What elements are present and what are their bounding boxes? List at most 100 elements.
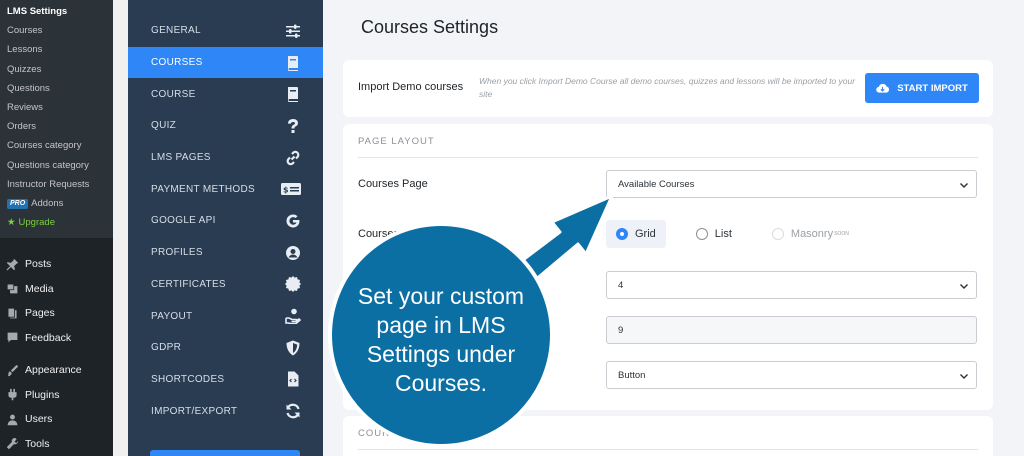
import-label: Import Demo courses	[358, 81, 464, 93]
submenu-upgrade[interactable]: ★ Upgrade	[0, 213, 113, 232]
nav-gdpr[interactable]: GDPR	[128, 332, 323, 364]
menu-label: Media	[25, 282, 54, 295]
nav-label: CERTIFICATES	[151, 278, 226, 290]
nav-profiles[interactable]: PROFILES	[128, 237, 323, 269]
nav-courses[interactable]: COURSES	[128, 46, 323, 79]
soon-badge: SOON	[834, 231, 849, 237]
menu-appearance[interactable]: Appearance	[0, 358, 113, 383]
pages-icon	[8, 308, 17, 319]
submenu-questions[interactable]: Questions	[0, 79, 113, 98]
lms-submenu: LMS Settings Courses Lessons Quizzes Que…	[0, 0, 113, 238]
nav-payment-methods[interactable]: PAYMENT METHODS $	[128, 173, 323, 205]
wp-main-menu: Posts Media Pages Feedback Appearance Pl…	[0, 238, 113, 456]
submenu-courses[interactable]: Courses	[0, 21, 113, 40]
radio-dot	[616, 228, 628, 240]
google-icon	[286, 214, 300, 228]
menu-posts[interactable]: Posts	[0, 252, 113, 277]
nav-label: PAYOUT	[151, 310, 193, 322]
chevron-down-icon	[960, 183, 968, 188]
per-page-input[interactable]: 9	[606, 316, 977, 344]
section-title: PAGE LAYOUT	[358, 136, 435, 147]
star-icon: ★	[7, 217, 16, 229]
page-title: Courses Settings	[361, 17, 499, 37]
submenu-orders[interactable]: Orders	[0, 117, 113, 136]
nav-label: SHORTCODES	[151, 373, 225, 385]
credit-card-icon: $	[281, 183, 301, 196]
user-icon	[7, 414, 18, 425]
menu-plugins[interactable]: Plugins	[0, 383, 113, 408]
submenu-reviews[interactable]: Reviews	[0, 98, 113, 117]
menu-media[interactable]: Media	[0, 277, 113, 302]
nav-lms-pages[interactable]: LMS PAGES	[128, 142, 323, 174]
upgrade-label: Upgrade	[18, 217, 55, 229]
code-file-icon	[288, 371, 299, 387]
save-settings-button[interactable]	[150, 450, 300, 456]
nav-shortcodes[interactable]: SHORTCODES	[128, 364, 323, 396]
wrench-icon	[6, 438, 19, 450]
nav-label: LMS PAGES	[151, 152, 211, 164]
pro-badge: PRO	[7, 198, 29, 209]
submenu-instructor-requests[interactable]: Instructor Requests	[0, 175, 113, 194]
menu-tools[interactable]: Tools	[0, 432, 113, 456]
courses-page-select[interactable]: Available Courses	[606, 170, 977, 198]
nav-google-api[interactable]: GOOGLE API	[128, 205, 323, 237]
nav-course[interactable]: COURSE	[128, 78, 323, 110]
submenu-addons[interactable]: PRO Addons	[0, 194, 113, 213]
submenu-quizzes[interactable]: Quizzes	[0, 60, 113, 79]
radio-masonry: Masonry SOON	[762, 220, 859, 248]
import-demo-card: Import Demo courses When you click Impor…	[343, 60, 993, 117]
nav-import-export[interactable]: IMPORT/EXPORT	[128, 395, 323, 427]
nav-quiz[interactable]: QUIZ	[128, 110, 323, 142]
section-divider	[358, 449, 978, 450]
menu-label: Plugins	[25, 388, 60, 401]
submenu-questions-category[interactable]: Questions category	[0, 156, 113, 175]
settings-sidebar: GENERAL COURSES COURSE QUIZ LMS PAGES PA…	[128, 0, 323, 456]
load-more-select[interactable]: Button	[606, 361, 977, 389]
media-icon	[7, 284, 18, 294]
nav-payout[interactable]: PAYOUT	[128, 300, 323, 332]
chevron-down-icon	[960, 374, 968, 379]
menu-label: Posts	[25, 258, 52, 270]
radio-dot	[695, 228, 708, 240]
submenu-lessons[interactable]: Lessons	[0, 40, 113, 59]
shield-icon	[286, 340, 300, 356]
pin-icon	[6, 258, 19, 270]
feedback-icon	[7, 332, 18, 343]
radio-grid[interactable]: Grid	[606, 220, 666, 248]
menu-feedback[interactable]: Feedback	[0, 326, 113, 351]
menu-label: Users	[25, 413, 53, 425]
nav-label: PAYMENT METHODS	[151, 183, 255, 195]
nav-general[interactable]: GENERAL	[128, 15, 323, 47]
menu-label: Pages	[25, 307, 55, 319]
svg-text:$: $	[283, 186, 289, 195]
cloud-download-icon	[876, 83, 890, 93]
submenu-lms-settings[interactable]: LMS Settings	[0, 2, 113, 21]
nav-label: GDPR	[151, 342, 182, 354]
nav-label: PROFILES	[151, 247, 203, 259]
menu-label: Appearance	[25, 364, 82, 376]
wp-admin-menu: LMS Settings Courses Lessons Quizzes Que…	[0, 0, 113, 456]
nav-label: IMPORT/EXPORT	[151, 405, 238, 417]
profile-icon	[286, 245, 300, 260]
radio-label: Grid	[635, 228, 656, 240]
menu-pages[interactable]: Pages	[0, 301, 113, 326]
book-icon	[288, 55, 298, 71]
layout-radio-group: Grid List Masonry SOON	[606, 220, 879, 248]
nav-certificates[interactable]: CERTIFICATES	[128, 269, 323, 301]
menu-label: Feedback	[25, 331, 72, 344]
nav-label: COURSE	[151, 88, 196, 100]
radio-dot	[771, 228, 784, 240]
section-title: COURSE	[358, 428, 405, 439]
courses-page-label: Courses Page	[358, 178, 428, 190]
addons-label: Addons	[31, 197, 64, 209]
per-row-select[interactable]: 4	[606, 271, 977, 299]
nav-label: COURSES	[151, 57, 203, 69]
submenu-courses-category[interactable]: Courses category	[0, 136, 113, 155]
menu-users[interactable]: Users	[0, 407, 113, 432]
radio-list[interactable]: List	[686, 220, 742, 248]
start-import-button[interactable]: START IMPORT	[865, 73, 979, 103]
book-icon	[288, 87, 298, 103]
question-icon	[288, 118, 298, 133]
plugin-icon	[8, 389, 17, 401]
radio-label: List	[714, 228, 732, 240]
